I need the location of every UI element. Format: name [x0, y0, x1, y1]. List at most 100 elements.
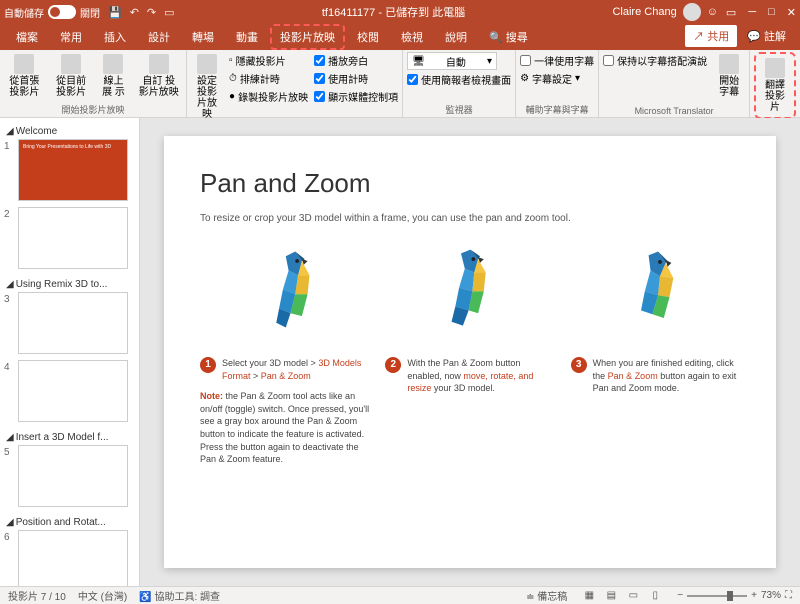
start-icon[interactable]: ▭	[164, 6, 174, 19]
view-buttons: ▦ ▤ ▭ ▯	[579, 589, 665, 603]
parrot-images	[200, 242, 740, 337]
tab-view[interactable]: 檢視	[391, 24, 433, 50]
play-current-icon	[61, 54, 81, 74]
step-1[interactable]: 1Select your 3D model > 3D Models Format…	[200, 357, 369, 466]
zoom-level[interactable]: 73%	[761, 590, 781, 601]
start-subtitle-button[interactable]: 開始 字幕	[713, 52, 745, 100]
from-current-button[interactable]: 從目前 投影片	[51, 52, 92, 100]
thumb-num: 1	[4, 139, 14, 152]
tab-slideshow[interactable]: 投影片放映	[270, 24, 345, 50]
step-3[interactable]: 3When you are finished editing, click th…	[571, 357, 740, 466]
thumb-num: 3	[4, 292, 14, 305]
section-header[interactable]: ◢ Using Remix 3D to...	[4, 275, 135, 292]
slide-canvas[interactable]: Pan and Zoom To resize or crop your 3D m…	[164, 136, 776, 568]
parrot-3d-model-1[interactable]	[243, 242, 338, 337]
tab-help[interactable]: 說明	[435, 24, 477, 50]
tab-transitions[interactable]: 轉場	[182, 24, 224, 50]
hide-slide-button[interactable]: ▫ 隱藏投影片	[229, 52, 308, 69]
zoom-in-icon[interactable]: +	[751, 590, 757, 601]
comments-button[interactable]: 💬 註解	[739, 25, 794, 47]
ribbon-group-setup: 設定 投影片放映 ▫ 隱藏投影片 ⏱ 排練計時 ● 錄製投影片放映 播放旁白 使…	[187, 50, 403, 117]
face-icon[interactable]: ☺	[707, 6, 718, 18]
chevron-down-icon: ▾	[487, 56, 492, 67]
step-number-icon: 1	[200, 357, 216, 373]
fit-icon[interactable]: ⛶	[785, 590, 792, 601]
slide-subtitle[interactable]: To resize or crop your 3D model within a…	[200, 213, 740, 224]
section-header[interactable]: ◢ Insert a 3D Model f...	[4, 428, 135, 445]
from-beginning-button[interactable]: 從首張 投影片	[4, 52, 45, 100]
avatar[interactable]	[683, 3, 701, 21]
slide-editor[interactable]: Pan and Zoom To resize or crop your 3D m…	[140, 118, 800, 586]
keep-source-check[interactable]: 保持以字幕搭配演說	[603, 52, 707, 69]
ribbon-group-start: 從首張 投影片 從目前 投影片 線上展 示 自訂 投影片放映 開始投影片放映	[0, 50, 187, 117]
tab-home[interactable]: 常用	[50, 24, 92, 50]
tab-animations[interactable]: 動畫	[226, 24, 268, 50]
thumb-num: 4	[4, 360, 14, 373]
tab-search[interactable]: 🔍 搜尋	[479, 24, 538, 50]
present-online-button[interactable]: 線上展 示	[97, 52, 129, 100]
translate-slides-button[interactable]: 翻譯 投影片	[758, 56, 792, 115]
notes-button[interactable]: ≐ 備忘稿	[526, 588, 567, 603]
slideshow-view-icon[interactable]: ▯	[645, 589, 665, 603]
minimize-icon[interactable]: ─	[748, 6, 756, 19]
main-area: ◢ Welcome 1 Bring Your Presentations to L…	[0, 118, 800, 586]
quick-access-toolbar: 💾 ↶ ↷ ▭	[108, 6, 175, 19]
ribbon-group-translate: 翻譯 投影片	[750, 50, 800, 117]
presenter-view-check[interactable]: 使用簡報者檢視畫面	[407, 71, 511, 88]
slide-thumb-3[interactable]	[18, 292, 128, 354]
play-narrations-check[interactable]: 播放旁白	[314, 52, 398, 69]
parrot-3d-model-2[interactable]	[423, 242, 518, 337]
ribbon-group-captions: 一律使用字幕 ⚙ 字幕設定 ▾ 輔助字幕與字幕	[516, 50, 599, 117]
slide-thumb-5[interactable]	[18, 445, 128, 507]
slide-thumb-4[interactable]	[18, 360, 128, 422]
step-2[interactable]: 2With the Pan & Zoom button enabled, now…	[385, 357, 554, 466]
sorter-view-icon[interactable]: ▤	[601, 589, 621, 603]
step-number-icon: 2	[385, 357, 401, 373]
close-icon[interactable]: ✕	[787, 6, 796, 19]
share-button[interactable]: ↗ 共用	[685, 25, 737, 47]
autosave-label: 自動儲存	[4, 5, 44, 20]
thumb-num: 6	[4, 530, 14, 543]
redo-icon[interactable]: ↷	[147, 6, 156, 19]
language-indicator[interactable]: 中文 (台灣)	[78, 588, 127, 603]
tab-insert[interactable]: 插入	[94, 24, 136, 50]
record-button[interactable]: ● 錄製投影片放映	[229, 88, 308, 105]
setup-button[interactable]: 設定 投影片放映	[191, 52, 223, 122]
reading-view-icon[interactable]: ▭	[623, 589, 643, 603]
slide-counter[interactable]: 投影片 7 / 10	[8, 588, 66, 603]
always-subtitle-check[interactable]: 一律使用字幕	[520, 52, 594, 69]
custom-show-button[interactable]: 自訂 投影片放映	[135, 52, 182, 100]
normal-view-icon[interactable]: ▦	[579, 589, 599, 603]
section-header[interactable]: ◢ Welcome	[4, 122, 135, 139]
slide-title[interactable]: Pan and Zoom	[200, 168, 740, 199]
rehearse-button[interactable]: ⏱ 排練計時	[229, 70, 308, 87]
slide-thumbnails-panel[interactable]: ◢ Welcome 1 Bring Your Presentations to L…	[0, 118, 140, 586]
zoom-out-icon[interactable]: −	[677, 590, 683, 601]
user-area[interactable]: Claire Chang ☺	[612, 3, 717, 21]
tab-review[interactable]: 校閱	[347, 24, 389, 50]
window-title: tf16411177 - 已儲存到 此電腦	[175, 4, 613, 20]
autosave-toggle[interactable]: 自動儲存 關閉	[4, 5, 100, 20]
slide-thumb-6[interactable]	[18, 530, 128, 586]
tab-file[interactable]: 檔案	[6, 24, 48, 50]
autosave-state: 關閉	[80, 5, 100, 20]
parrot-3d-model-3[interactable]	[603, 242, 698, 337]
toggle-switch[interactable]	[48, 5, 76, 19]
accessibility-status[interactable]: ♿ 協助工具: 調查	[139, 588, 220, 603]
slide-thumb-2[interactable]	[18, 207, 128, 269]
ribbon-options-icon[interactable]: ▭	[726, 6, 736, 19]
section-header[interactable]: ◢ Position and Rotat...	[4, 513, 135, 530]
monitor-select[interactable]: 🖥自動▾	[407, 52, 497, 70]
group-label: 開始投影片放映	[4, 102, 182, 116]
ribbon-tabs: 檔案 常用 插入 設計 轉場 動畫 投影片放映 校閱 檢視 說明 🔍 搜尋 ↗ …	[0, 24, 800, 50]
group-label: Microsoft Translator	[603, 105, 745, 116]
undo-icon[interactable]: ↶	[130, 6, 139, 19]
maximize-icon[interactable]: □	[768, 6, 775, 19]
zoom-slider[interactable]	[687, 595, 747, 597]
use-timings-check[interactable]: 使用計時	[314, 70, 398, 87]
subtitle-settings-button[interactable]: ⚙ 字幕設定 ▾	[520, 70, 594, 87]
show-media-check[interactable]: 顯示媒體控制項	[314, 88, 398, 105]
tab-design[interactable]: 設計	[138, 24, 180, 50]
save-icon[interactable]: 💾	[108, 6, 122, 19]
slide-thumb-1[interactable]: Bring Your Presentations to Life with 3D	[18, 139, 128, 201]
